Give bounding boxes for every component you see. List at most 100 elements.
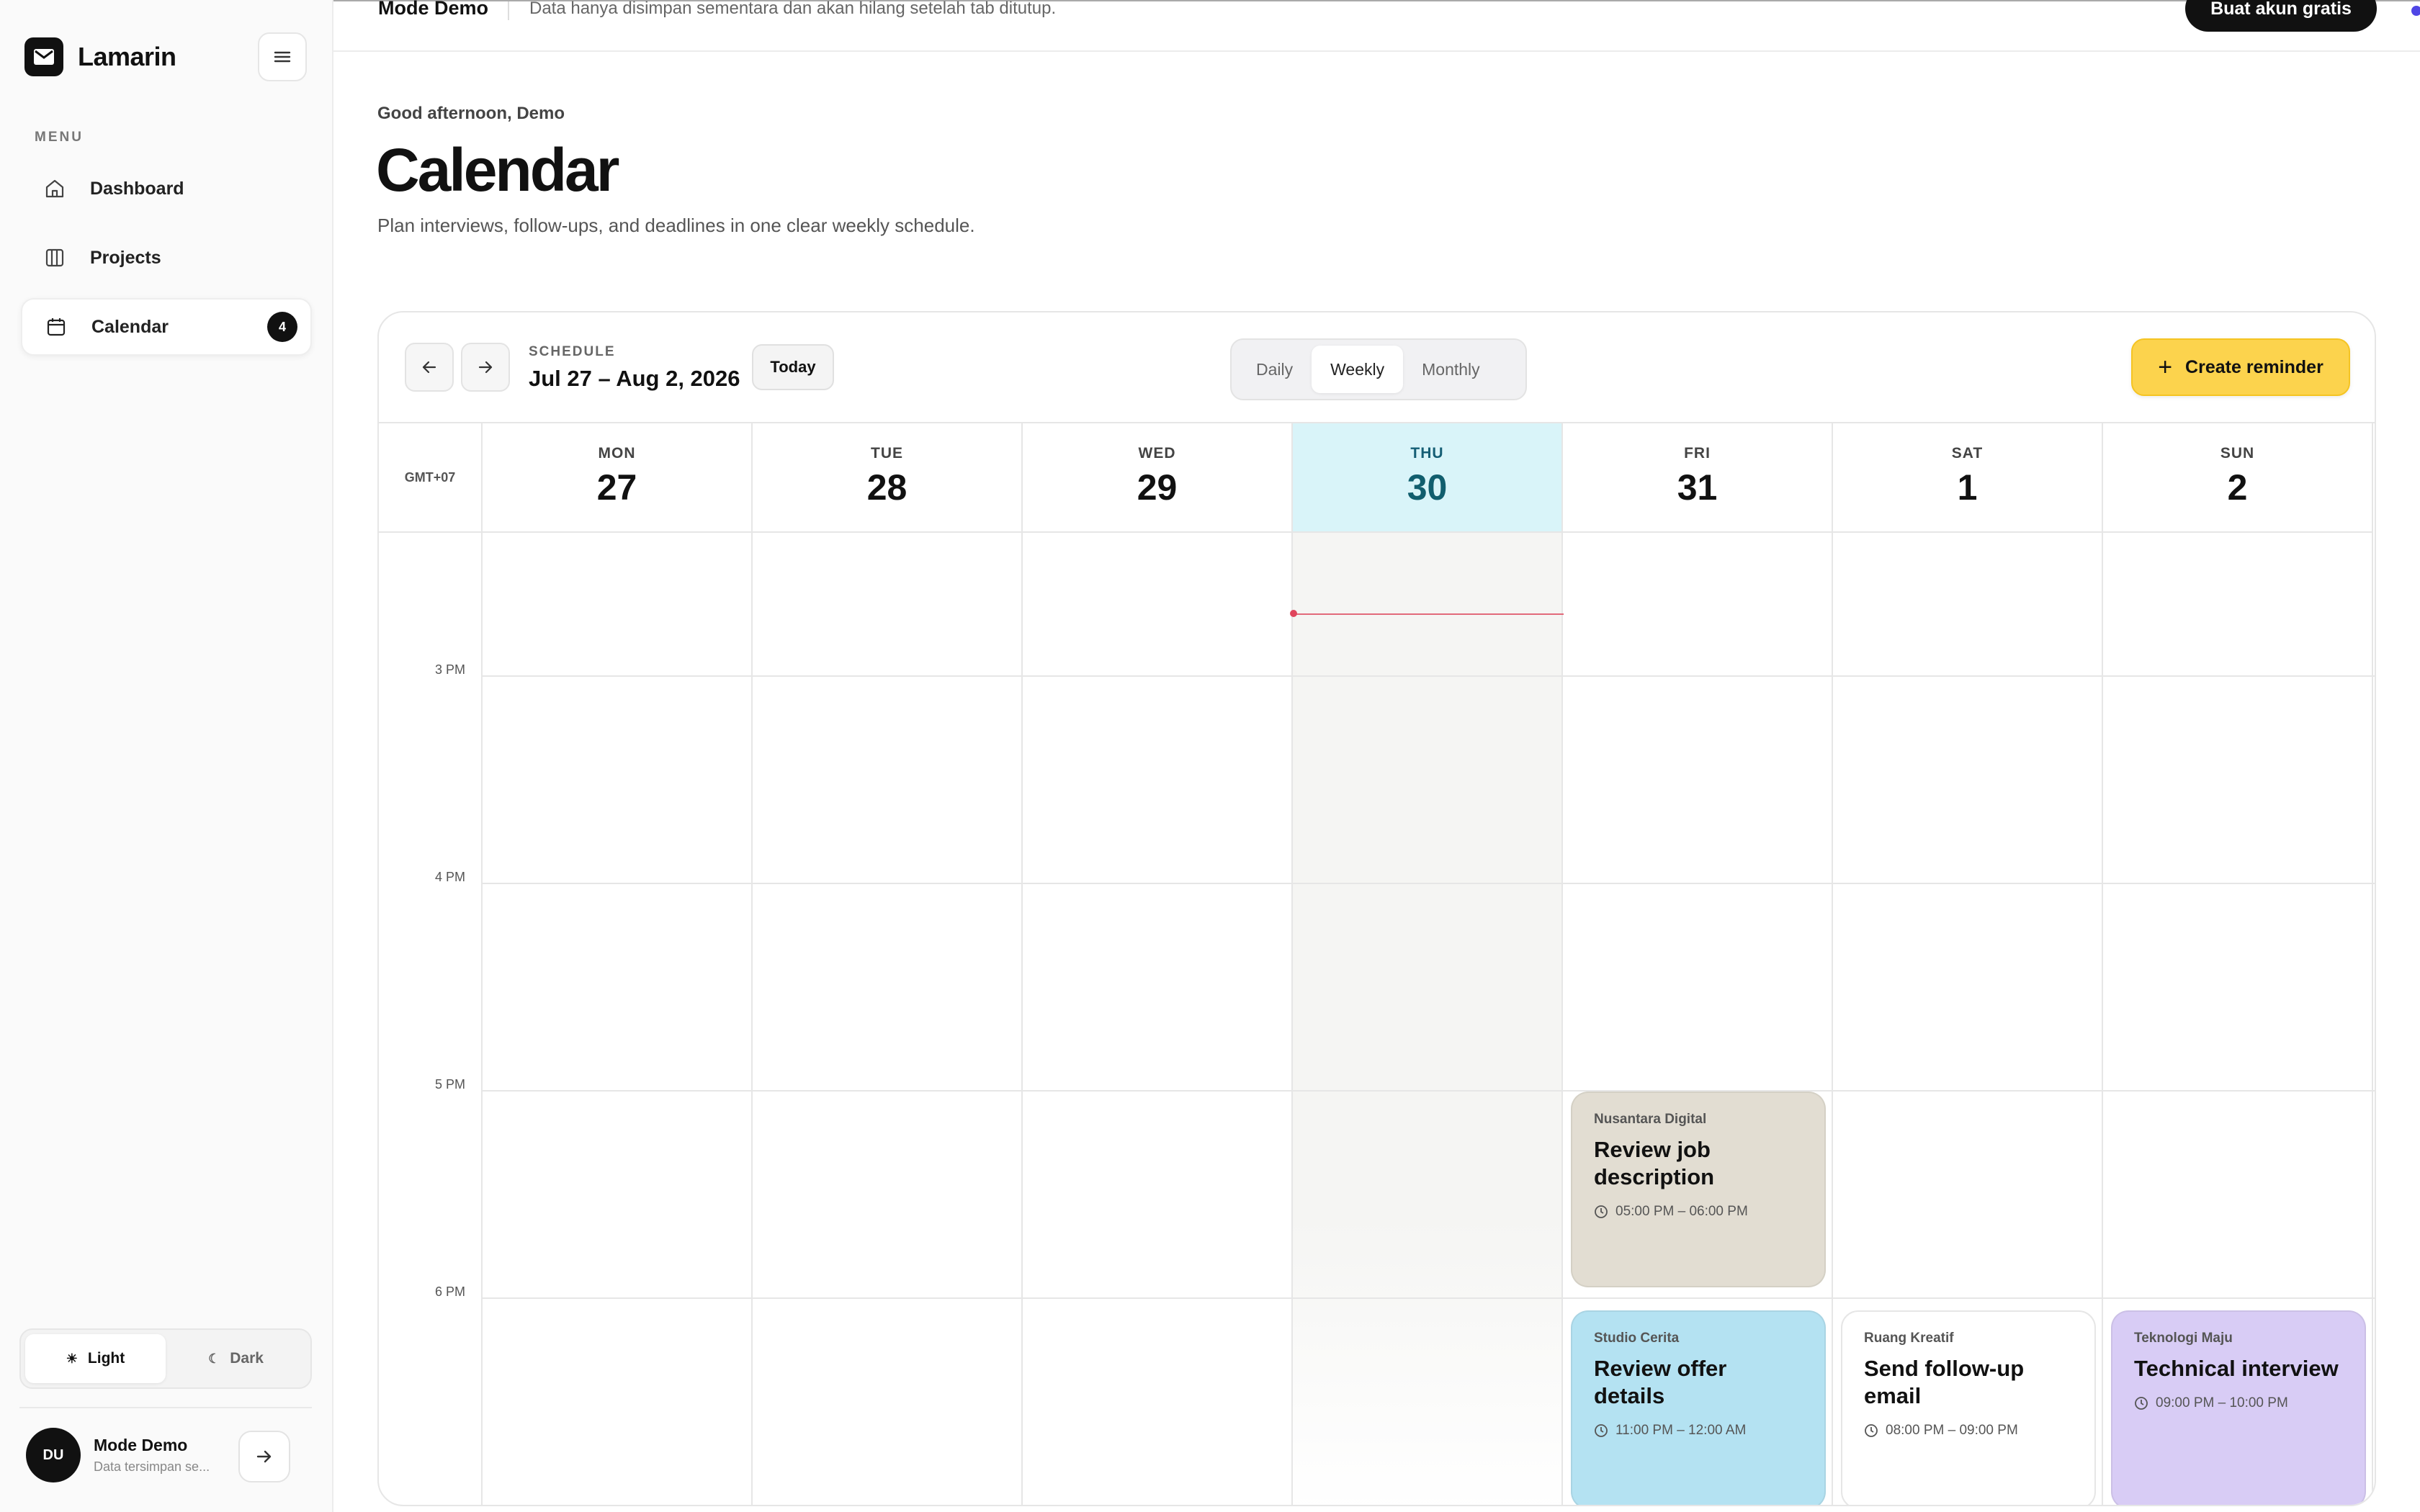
day-header-wed[interactable]: WED 29 [1023, 423, 1293, 533]
event-time: 11:00 PM – 12:00 AM [1615, 1422, 1747, 1438]
demo-note: Data hanya disimpan sementara dan akan h… [529, 0, 1057, 18]
hour-line [483, 883, 2375, 884]
arrow-left-icon [422, 361, 436, 374]
sidebar-item-calendar[interactable]: Calendar 4 [21, 298, 312, 356]
day-header-tue[interactable]: TUE 28 [753, 423, 1023, 533]
previous-week-button[interactable] [405, 343, 454, 392]
sidebar: Lamarin MENU Dashboard Projects Calendar… [0, 0, 333, 1512]
current-time-dot [1290, 610, 1297, 617]
day-number: 1 [1957, 467, 1978, 508]
plus-icon: + [2158, 353, 2173, 381]
day-name: WED [1138, 445, 1176, 462]
day-column-thu[interactable] [1293, 533, 1563, 1505]
hour-label: 4 PM [434, 870, 465, 884]
divider [19, 1407, 312, 1408]
theme-light-label: Light [87, 1350, 125, 1367]
menu-heading: MENU [35, 130, 84, 145]
schedule-range: Jul 27 – Aug 2, 2026 [529, 366, 740, 391]
event-company: Teknologi Maju [2134, 1331, 2233, 1346]
event-title: Technical interview [2134, 1356, 2339, 1381]
day-header-mon[interactable]: MON 27 [483, 423, 753, 533]
create-reminder-button[interactable]: + Create reminder [2131, 338, 2350, 396]
event-title: Send follow-up email [1864, 1356, 2025, 1408]
columns-icon [42, 246, 67, 270]
clock-icon [1865, 1423, 1878, 1437]
sidebar-item-label: Calendar [91, 316, 169, 337]
event-title: Review offer details [1594, 1356, 1727, 1408]
sidebar-item-label: Dashboard [90, 178, 184, 199]
day-number: 30 [1407, 467, 1448, 508]
notification-dot [2411, 6, 2420, 16]
day-header-fri[interactable]: FRI 31 [1563, 423, 1833, 533]
theme-dark-label: Dark [230, 1350, 264, 1367]
calendar-card: SCHEDULE Jul 27 – Aug 2, 2026 Today Dail… [377, 311, 2376, 1506]
hour-line [483, 675, 2375, 677]
user-name: Mode Demo [94, 1436, 188, 1454]
hour-label: 5 PM [434, 1077, 465, 1092]
view-weekly-button[interactable]: Weekly [1312, 346, 1404, 393]
next-week-button[interactable] [461, 343, 510, 392]
day-name: SAT [1951, 445, 1984, 462]
sidebar-item-projects[interactable]: Projects [21, 229, 312, 287]
event-time: 05:00 PM – 06:00 PM [1615, 1203, 1748, 1219]
signup-button[interactable]: Buat akun gratis [2185, 0, 2377, 32]
view-switch: Daily Weekly Monthly [1230, 338, 1527, 400]
greeting: Good afternoon, Demo [377, 104, 565, 123]
day-name: MON [598, 445, 636, 462]
timezone-label: GMT+07 [379, 423, 483, 533]
event-card[interactable]: Ruang Kreatif Send follow-up email 08:00… [1841, 1310, 2096, 1505]
logout-button[interactable] [238, 1431, 290, 1482]
time-column: 3 PM 4 PM 5 PM 6 PM [379, 533, 483, 1505]
day-number: 31 [1677, 467, 1718, 508]
calendar-icon [44, 315, 68, 339]
user-subtitle: Data tersimpan se... [94, 1459, 210, 1474]
sidebar-item-dashboard[interactable]: Dashboard [21, 160, 312, 217]
clock-icon [2135, 1396, 2148, 1410]
page-description: Plan interviews, follow-ups, and deadlin… [377, 215, 975, 236]
day-header-thu[interactable]: THU 30 [1293, 423, 1563, 533]
menu-toggle-button[interactable] [258, 32, 307, 81]
theme-switch: ☀ Light ☾ Dark [19, 1328, 312, 1389]
event-card[interactable]: Nusantara Digital Review job description… [1571, 1092, 1826, 1287]
event-time: 09:00 PM – 10:00 PM [2156, 1395, 2288, 1410]
day-column-wed[interactable] [1023, 533, 1293, 1505]
moon-icon: ☾ [208, 1351, 220, 1366]
theme-light-button[interactable]: ☀ Light [25, 1334, 166, 1383]
day-number: 29 [1137, 467, 1178, 508]
day-header-sat[interactable]: SAT 1 [1833, 423, 2103, 533]
event-time-row: 09:00 PM – 10:00 PM [2134, 1395, 2343, 1411]
divider [508, 1, 509, 20]
day-name: TUE [871, 445, 903, 462]
event-card[interactable]: Teknologi Maju Technical interview 09:00… [2111, 1310, 2366, 1505]
view-daily-button[interactable]: Daily [1237, 346, 1312, 393]
sidebar-nav: Dashboard Projects Calendar 4 [21, 160, 312, 367]
day-header-sun[interactable]: SUN 2 [2103, 423, 2373, 533]
event-title: Review job description [1594, 1137, 1715, 1189]
user-profile: DU Mode Demo Data tersimpan se... [26, 1428, 230, 1482]
sun-icon: ☀ [66, 1351, 78, 1366]
brand-name: Lamarin [78, 42, 176, 71]
today-button[interactable]: Today [752, 344, 834, 390]
view-monthly-button[interactable]: Monthly [1403, 346, 1499, 393]
day-column-tue[interactable] [753, 533, 1023, 1505]
avatar: DU [26, 1428, 81, 1482]
calendar-count-badge: 4 [267, 312, 297, 342]
calendar-toolbar: SCHEDULE Jul 27 – Aug 2, 2026 Today Dail… [379, 312, 2375, 423]
schedule-label: SCHEDULE [529, 344, 616, 359]
day-column-mon[interactable] [483, 533, 753, 1505]
event-card[interactable]: Studio Cerita Review offer details 11:00… [1571, 1310, 1826, 1505]
clock-icon [1595, 1423, 1608, 1437]
create-reminder-label: Create reminder [2185, 356, 2323, 377]
event-time: 08:00 PM – 09:00 PM [1886, 1422, 2018, 1438]
theme-dark-button[interactable]: ☾ Dark [166, 1334, 306, 1383]
brand[interactable]: Lamarin [24, 37, 176, 76]
demo-banner: Mode Demo Data hanya disimpan sementara … [333, 0, 2420, 52]
home-icon [42, 176, 67, 201]
event-time-row: 11:00 PM – 12:00 AM [1594, 1423, 1803, 1439]
event-company: Studio Cerita [1594, 1331, 1680, 1346]
event-time-row: 05:00 PM – 06:00 PM [1594, 1204, 1803, 1220]
demo-mode-label: Mode Demo [378, 0, 489, 19]
current-time-line [1294, 613, 1564, 615]
hamburger-icon [274, 51, 291, 63]
day-name: SUN [2220, 445, 2255, 462]
